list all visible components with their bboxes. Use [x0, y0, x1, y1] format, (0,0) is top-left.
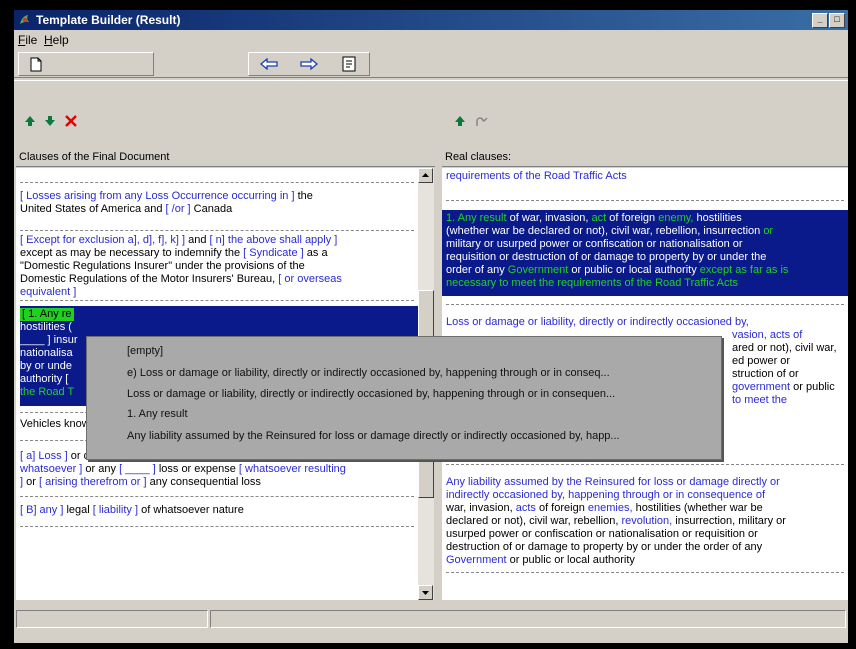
clause-line: declared or not), civil war, rebellion, …: [446, 515, 786, 527]
clause-line: vasion, acts of: [732, 329, 803, 341]
menu-bar: File Help: [14, 31, 848, 48]
clause-line: military or usurped power or confiscatio…: [446, 238, 743, 250]
clause-line: struction of or: [732, 368, 799, 380]
left-pane-header: Clauses of the Final Document: [16, 148, 435, 167]
clause-line: necessary to meet the requirements of th…: [446, 277, 739, 289]
clause-line: war, invasion, acts of foreign enemies, …: [446, 502, 763, 514]
properties-button[interactable]: [338, 54, 360, 74]
dropdown-option[interactable]: Loss or damage or liability, directly or…: [127, 388, 615, 400]
clause-line: requisition or destruction of or damage …: [446, 251, 767, 263]
triangle-down-icon: [422, 591, 429, 595]
scroll-down-button[interactable]: [418, 585, 433, 600]
clause-line: 1. Any result of war, invasion, act of f…: [446, 212, 742, 224]
clause-line: destruction of or damage to property by …: [446, 541, 763, 553]
clause-separator: [20, 230, 414, 231]
toolbar-separator: [14, 77, 848, 81]
clause-separator: [20, 182, 414, 183]
arrow-up-icon[interactable]: [24, 115, 36, 127]
clause-separator: [446, 572, 844, 573]
minimize-button[interactable]: _: [812, 13, 828, 28]
clause-line: by or unde: [20, 360, 72, 372]
clause-line: [ 1. Any re: [20, 308, 74, 321]
dropdown-option[interactable]: Any liability assumed by the Reinsured f…: [127, 430, 620, 442]
menu-help[interactable]: Help: [44, 33, 69, 47]
clause-line: ] or [ arising therefrom or ] any conseq…: [20, 476, 261, 488]
clause-line: ared or not), civil war,: [732, 342, 837, 354]
clause-line: hostilities (: [20, 321, 72, 333]
triangle-up-icon: [422, 173, 429, 177]
clause-line: ed power or: [732, 355, 791, 367]
arrow-left-icon: [260, 58, 278, 70]
arrow-down-icon[interactable]: [44, 115, 56, 127]
clause-separator: [446, 200, 844, 201]
clause-separator: [446, 464, 844, 465]
clause-choice-dropdown[interactable]: [empty] e) Loss or damage or liability, d…: [86, 336, 722, 460]
clause-line: ____ ] insur: [20, 334, 78, 346]
maximize-button[interactable]: □: [829, 13, 845, 28]
clause-separator: [20, 496, 414, 497]
clause-line: except as may be necessary to indemnify …: [20, 247, 328, 259]
window-title: Template Builder (Result): [36, 13, 181, 27]
forward-button[interactable]: [298, 54, 320, 74]
dropdown-option[interactable]: [empty]: [127, 345, 163, 357]
clause-line: indirectly occasioned by, happening thro…: [446, 489, 766, 501]
dropdown-option[interactable]: e) Loss or damage or liability, directly…: [127, 367, 610, 379]
insert-icon[interactable]: [454, 115, 466, 127]
clause-line: Domestic Regulations of the Motor Insure…: [20, 273, 342, 285]
document-icon: [30, 57, 42, 71]
menu-file[interactable]: File: [18, 33, 37, 47]
clause-line: requirements of the Road Traffic Acts: [446, 170, 627, 182]
clause-separator: [446, 304, 844, 305]
clause-line: whatsoever ] or any [ ____ ] loss or exp…: [20, 463, 346, 475]
clause-line: [ B] any ] legal [ liability ] of whatso…: [20, 504, 244, 516]
clause-line: the Road T: [20, 386, 75, 398]
clause-line: (whether war be declared or not), civil …: [446, 225, 774, 237]
status-bar: [14, 608, 848, 630]
app-window: Template Builder (Result) _ □ File Help: [14, 10, 848, 643]
right-pane-toolbar: [454, 110, 488, 132]
clause-line: to meet the: [732, 394, 788, 406]
clause-line: usurped power or confiscation or nationa…: [446, 528, 758, 540]
clause-separator: [20, 526, 414, 527]
toolbar: [14, 50, 848, 76]
clause-line: authority [: [20, 373, 69, 385]
clause-separator: [20, 300, 414, 301]
navigation-group: [248, 52, 370, 76]
clause-line: Loss or damage or liability, directly or…: [446, 316, 749, 328]
clause-line: Government or public or local authority: [446, 554, 635, 566]
clause-line: United States of America and [ /or ] Can…: [20, 203, 233, 215]
clause-line: government or public: [732, 381, 835, 393]
clause-line: "Domestic Regulations Insurer" under the…: [20, 260, 305, 272]
dropdown-option[interactable]: 1. Any result: [127, 408, 188, 420]
redo-icon[interactable]: [474, 114, 488, 128]
clause-line: nationalisa: [20, 347, 73, 359]
scroll-up-button[interactable]: [418, 168, 433, 183]
clause-line: Any liability assumed by the Reinsured f…: [446, 476, 780, 488]
back-button[interactable]: [258, 54, 280, 74]
status-panel-1: [16, 610, 208, 628]
new-document-group: [18, 52, 154, 76]
title-bar: Template Builder (Result) _ □: [14, 10, 848, 30]
new-document-button[interactable]: [25, 54, 47, 74]
status-panel-2: [210, 610, 846, 628]
app-icon: [20, 15, 29, 24]
properties-icon: [342, 56, 356, 72]
arrow-right-icon: [300, 58, 318, 70]
clause-line: order of any Government or public or loc…: [446, 264, 789, 276]
left-pane-toolbar: [24, 110, 78, 132]
clause-line: [ Except for exclusion a], d], f], k] ] …: [20, 234, 338, 246]
delete-x-icon[interactable]: [64, 114, 78, 128]
right-pane-header: Real clauses:: [442, 148, 848, 167]
clause-line: [ Losses arising from any Loss Occurrenc…: [20, 190, 313, 202]
clause-line: equivalent ]: [20, 286, 77, 298]
